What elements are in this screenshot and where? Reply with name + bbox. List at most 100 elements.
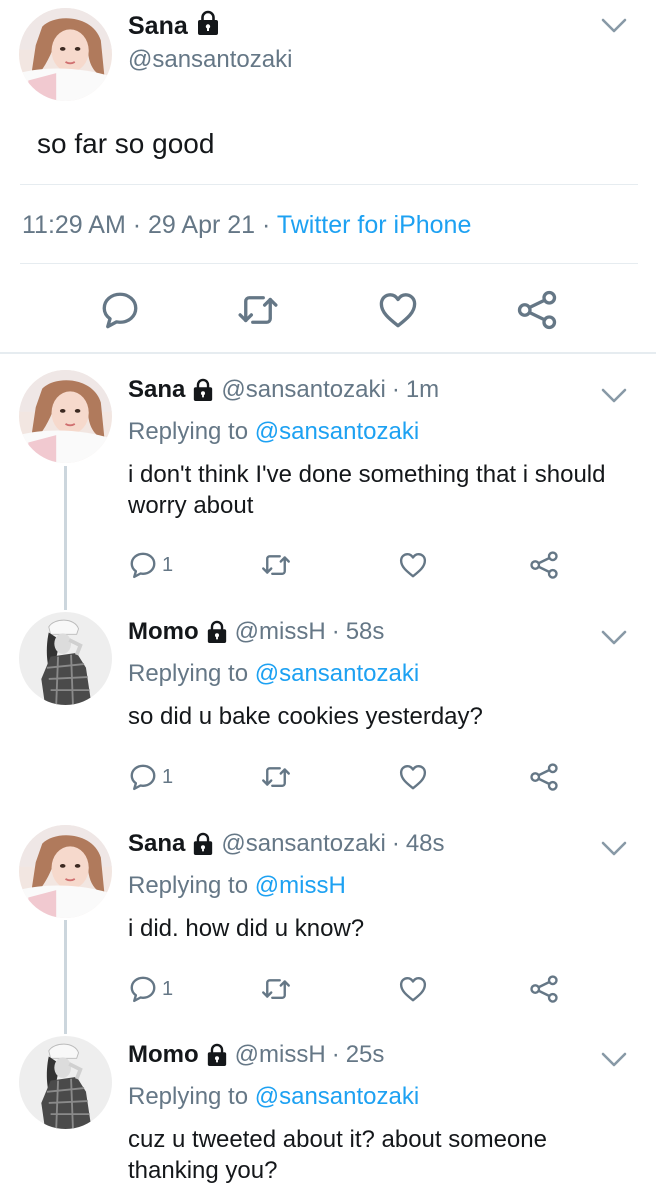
mention-link[interactable]: @missH bbox=[255, 872, 346, 899]
replying-to-label: Replying to bbox=[128, 1083, 249, 1110]
author-name[interactable]: Momo bbox=[128, 1041, 199, 1069]
like-button[interactable] bbox=[397, 550, 429, 580]
reply-time[interactable]: 25s bbox=[346, 1041, 385, 1069]
share-button[interactable] bbox=[528, 762, 560, 792]
reply-button[interactable]: 1 bbox=[128, 550, 173, 580]
author-name[interactable]: Momo bbox=[128, 618, 199, 646]
meta-separator: · bbox=[391, 376, 400, 403]
tweet-time: 11:29 AM bbox=[22, 211, 126, 239]
like-button[interactable] bbox=[397, 762, 429, 792]
heart-icon bbox=[397, 762, 429, 792]
share-button[interactable] bbox=[528, 550, 560, 580]
reply-text: so did u bake cookies yesterday? bbox=[128, 703, 483, 730]
divider bbox=[20, 263, 638, 264]
chevron-down-icon[interactable] bbox=[600, 1050, 628, 1070]
replying-to-label: Replying to bbox=[128, 872, 249, 899]
author-handle[interactable]: @sansantozaki bbox=[128, 46, 292, 74]
reply-button[interactable]: 1 bbox=[128, 974, 173, 1004]
avatar[interactable] bbox=[19, 1036, 112, 1129]
chevron-down-icon[interactable] bbox=[600, 16, 628, 36]
avatar[interactable] bbox=[19, 825, 112, 918]
like-button[interactable] bbox=[376, 288, 420, 332]
lock-icon bbox=[206, 620, 228, 644]
share-icon bbox=[528, 974, 560, 1004]
avatar[interactable] bbox=[19, 8, 112, 101]
reply-count: 1 bbox=[162, 553, 174, 576]
lock-icon bbox=[196, 10, 220, 43]
reply-text: cuz u tweeted about it? about someone th… bbox=[128, 1126, 547, 1184]
reply-button[interactable]: 1 bbox=[128, 762, 173, 792]
share-icon bbox=[528, 550, 560, 580]
retweet-icon bbox=[237, 289, 279, 331]
meta-separator: · bbox=[391, 830, 400, 857]
replying-to: Replying to @sansantozaki bbox=[128, 1083, 419, 1111]
share-button[interactable] bbox=[528, 974, 560, 1004]
meta-separator: · bbox=[132, 211, 142, 239]
chevron-down-icon[interactable] bbox=[600, 839, 628, 859]
author-name[interactable]: Sana bbox=[128, 830, 185, 858]
chevron-down-icon[interactable] bbox=[600, 628, 628, 648]
reply-time[interactable]: 58s bbox=[346, 618, 385, 646]
reply-icon bbox=[99, 289, 141, 331]
reply-header: Momo @missH · 58s bbox=[128, 618, 384, 646]
share-icon bbox=[516, 289, 558, 331]
reply-text: i don't think I've done something that i… bbox=[128, 461, 606, 519]
mention-link[interactable]: @sansantozaki bbox=[255, 1083, 419, 1110]
replying-to: Replying to @missH bbox=[128, 872, 346, 900]
reply-time[interactable]: 48s bbox=[406, 830, 445, 858]
reply-button[interactable] bbox=[98, 288, 142, 332]
reply-icon bbox=[128, 974, 158, 1004]
main-tweet: Sana @sansantozaki so far so good 11:29 … bbox=[0, 0, 656, 354]
reply-count: 1 bbox=[162, 977, 174, 1000]
replying-to: Replying to @sansantozaki bbox=[128, 418, 419, 446]
heart-icon bbox=[377, 289, 419, 331]
reply-icon bbox=[128, 550, 158, 580]
retweet-icon bbox=[260, 762, 292, 792]
replying-to-label: Replying to bbox=[128, 418, 249, 445]
retweet-button[interactable] bbox=[260, 762, 292, 792]
share-icon bbox=[528, 762, 560, 792]
author-name[interactable]: Sana bbox=[128, 12, 188, 41]
like-button[interactable] bbox=[397, 974, 429, 1004]
tweet-source-link[interactable]: Twitter for iPhone bbox=[277, 211, 472, 239]
reply-count: 1 bbox=[162, 765, 174, 788]
mention-link[interactable]: @sansantozaki bbox=[255, 660, 419, 687]
divider bbox=[0, 352, 656, 354]
lock-icon bbox=[192, 378, 214, 402]
author-handle[interactable]: @missH bbox=[235, 1041, 326, 1069]
chevron-down-icon[interactable] bbox=[600, 386, 628, 406]
reply-header: Momo @missH · 25s bbox=[128, 1041, 384, 1069]
reply-icon bbox=[128, 762, 158, 792]
author-name[interactable]: Sana bbox=[128, 376, 185, 404]
heart-icon bbox=[397, 974, 429, 1004]
reply-header: Sana @sansantozaki · 48s bbox=[128, 830, 445, 858]
reply-header: Sana @sansantozaki · 1m bbox=[128, 376, 439, 404]
avatar[interactable] bbox=[19, 370, 112, 463]
lock-icon bbox=[206, 1043, 228, 1067]
tweet-meta: 11:29 AM · 29 Apr 21 · Twitter for iPhon… bbox=[22, 211, 471, 240]
thread-line bbox=[64, 920, 67, 1034]
lock-icon bbox=[192, 832, 214, 856]
mention-link[interactable]: @sansantozaki bbox=[255, 418, 419, 445]
reply-text: i did. how did u know? bbox=[128, 915, 365, 942]
meta-separator: · bbox=[262, 211, 271, 239]
share-button[interactable] bbox=[515, 288, 559, 332]
avatar[interactable] bbox=[19, 612, 112, 705]
replying-to-label: Replying to bbox=[128, 660, 249, 687]
author-handle[interactable]: @missH bbox=[235, 618, 326, 646]
meta-separator: · bbox=[331, 618, 340, 645]
retweet-button[interactable] bbox=[260, 550, 292, 580]
thread-line bbox=[64, 466, 67, 610]
tweet-date: 29 Apr 21 bbox=[148, 211, 256, 239]
retweet-button[interactable] bbox=[236, 288, 280, 332]
reply-time[interactable]: 1m bbox=[406, 376, 439, 404]
author-handle[interactable]: @sansantozaki bbox=[221, 376, 385, 404]
meta-separator: · bbox=[331, 1041, 340, 1068]
retweet-button[interactable] bbox=[260, 974, 292, 1004]
heart-icon bbox=[397, 550, 429, 580]
retweet-icon bbox=[260, 974, 292, 1004]
replying-to: Replying to @sansantozaki bbox=[128, 660, 419, 688]
author-name-row[interactable]: Sana bbox=[128, 10, 220, 43]
author-handle[interactable]: @sansantozaki bbox=[221, 830, 385, 858]
divider bbox=[20, 184, 638, 185]
